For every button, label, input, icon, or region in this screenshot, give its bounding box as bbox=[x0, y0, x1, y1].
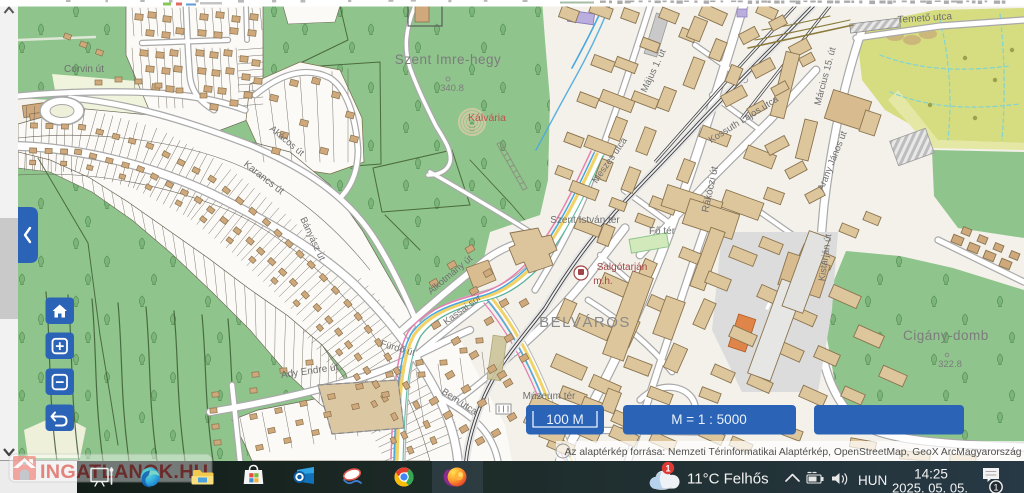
svg-text:Múzeum tér: Múzeum tér bbox=[523, 391, 576, 402]
svg-text:Szent Imre-hegy: Szent Imre-hegy bbox=[395, 52, 502, 67]
svg-text:14:25: 14:25 bbox=[914, 467, 948, 482]
svg-text:Kálvária: Kálvária bbox=[468, 112, 506, 124]
svg-text:100 M: 100 M bbox=[546, 412, 584, 427]
svg-text:340.8: 340.8 bbox=[440, 83, 464, 94]
svg-text:HUN: HUN bbox=[858, 473, 887, 488]
svg-text:11°C Felhős: 11°C Felhős bbox=[687, 471, 769, 488]
svg-text:1: 1 bbox=[665, 464, 670, 474]
svg-text:Cigány-domb: Cigány-domb bbox=[903, 328, 989, 343]
svg-text:Szent István tér: Szent István tér bbox=[550, 215, 620, 226]
svg-text:Corvin út: Corvin út bbox=[64, 64, 104, 75]
svg-text:M = 1 : 5000: M = 1 : 5000 bbox=[671, 412, 746, 427]
svg-text:Fő tér: Fő tér bbox=[649, 226, 676, 237]
svg-text:Az alaptérkép forrása: Nemzeti: Az alaptérkép forrása: Nemzeti Térinform… bbox=[564, 447, 1021, 458]
svg-text:BELVÁROS: BELVÁROS bbox=[539, 314, 631, 331]
svg-text:Salgótarján: Salgótarján bbox=[597, 262, 648, 273]
svg-text:1: 1 bbox=[993, 483, 998, 493]
svg-text:2025. 05. 05.: 2025. 05. 05. bbox=[892, 481, 968, 493]
svg-text:m.h.: m.h. bbox=[593, 276, 612, 287]
svg-text:322.8: 322.8 bbox=[938, 359, 962, 370]
